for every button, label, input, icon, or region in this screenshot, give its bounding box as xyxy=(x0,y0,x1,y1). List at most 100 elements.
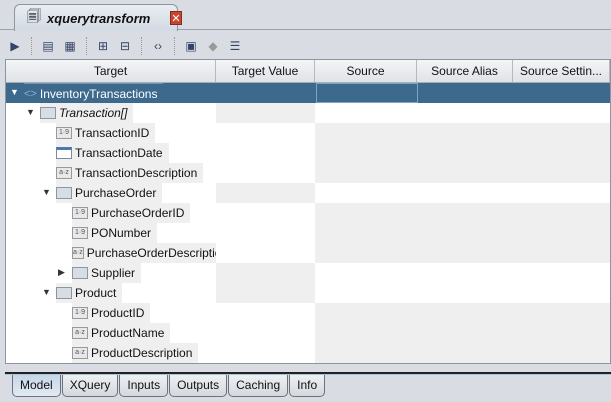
tree-node-label: InventoryTransactions xyxy=(39,86,158,101)
eraser-icon[interactable]: ◆ xyxy=(204,37,222,55)
table-row[interactable]: 1·9 TransactionID xyxy=(6,123,610,143)
target-cell[interactable]: 1·9 PurchaseOrderID xyxy=(6,203,216,223)
source-cells[interactable] xyxy=(315,263,610,283)
table-row[interactable]: TransactionDate xyxy=(6,143,610,163)
target-value-cell[interactable] xyxy=(216,103,315,123)
table-row[interactable]: ▼ Product xyxy=(6,283,610,303)
table-row[interactable]: 1·9 PurchaseOrderID xyxy=(6,203,610,223)
source-cells[interactable] xyxy=(315,223,610,243)
xml-source-icon[interactable]: ‹› xyxy=(149,37,167,55)
target-value-cell[interactable] xyxy=(216,323,315,343)
target-cell[interactable]: 1·9 TransactionID xyxy=(6,123,216,143)
tree-node[interactable]: <> InventoryTransactions xyxy=(24,83,164,103)
target-value-cell[interactable] xyxy=(216,283,315,303)
column-header-target[interactable]: Target xyxy=(6,60,216,82)
table-row[interactable]: a·z ProductDescription xyxy=(6,343,610,363)
target-value-cell[interactable] xyxy=(216,303,315,323)
tree-node[interactable]: PurchaseOrder xyxy=(56,183,163,203)
collapse-arrow-icon[interactable]: ▼ xyxy=(26,107,35,117)
source-cells[interactable] xyxy=(315,123,610,143)
target-value-cell[interactable] xyxy=(216,83,315,103)
target-cell[interactable]: ▼ Transaction[] xyxy=(6,103,216,123)
source-cell-focus[interactable] xyxy=(316,83,418,103)
table-row[interactable]: ▼ <> InventoryTransactions xyxy=(6,83,610,103)
expand-all-icon[interactable]: ⊞ xyxy=(94,37,112,55)
source-cells[interactable] xyxy=(315,283,610,303)
editor-tab-xquerytransform[interactable]: 🗐 xquerytransform ✕ xyxy=(14,4,182,31)
target-cell[interactable]: ▼ <> InventoryTransactions xyxy=(6,83,216,103)
target-value-cell[interactable] xyxy=(216,143,315,163)
target-value-cell[interactable] xyxy=(216,243,315,263)
source-cells[interactable] xyxy=(315,163,610,183)
target-value-cell[interactable] xyxy=(216,163,315,183)
target-cell[interactable]: 1·9 ProductID xyxy=(6,303,216,323)
column-header-target-value[interactable]: Target Value xyxy=(216,60,315,82)
settings-list-icon[interactable]: ☰ xyxy=(226,37,244,55)
tree-node[interactable]: a·z TransactionDescription xyxy=(56,163,204,183)
target-cell[interactable]: TransactionDate xyxy=(6,143,216,163)
tree-node[interactable]: 1·9 TransactionID xyxy=(56,123,156,143)
target-cell[interactable]: a·z ProductName xyxy=(6,323,216,343)
target-cell[interactable]: 1·9 PONumber xyxy=(6,223,216,243)
tree-node[interactable]: Product xyxy=(56,283,123,303)
tree-node[interactable]: a·z ProductDescription xyxy=(72,343,199,363)
run-icon[interactable]: ▶ xyxy=(6,37,24,55)
target-cell[interactable]: a·z ProductDescription xyxy=(6,343,216,363)
table-row[interactable]: a·z PurchaseOrderDescription xyxy=(6,243,610,263)
tree-node-label: ProductDescription xyxy=(91,346,193,360)
tab-inputs[interactable]: Inputs xyxy=(119,375,169,397)
tab-info[interactable]: Info xyxy=(289,375,326,397)
target-cell[interactable]: a·z PurchaseOrderDescription xyxy=(6,243,216,263)
collapse-arrow-icon[interactable]: ▼ xyxy=(42,287,51,297)
target-value-cell[interactable] xyxy=(216,123,315,143)
target-value-cell[interactable] xyxy=(216,203,315,223)
target-cell[interactable]: ▼ Product xyxy=(6,283,216,303)
source-cells[interactable] xyxy=(315,203,610,223)
tree-node[interactable]: a·z PurchaseOrderDescription xyxy=(72,243,216,263)
tree-node[interactable]: TransactionDate xyxy=(56,143,169,163)
tree-node[interactable]: Transaction[] xyxy=(40,103,134,123)
table-row[interactable]: a·z TransactionDescription xyxy=(6,163,610,183)
target-value-cell[interactable] xyxy=(216,183,315,203)
table-row[interactable]: a·z ProductName xyxy=(6,323,610,343)
tab-caching[interactable]: Caching xyxy=(228,375,289,397)
table-row[interactable]: ▼ PurchaseOrder xyxy=(6,183,610,203)
column-header-source-alias[interactable]: Source Alias xyxy=(417,60,513,82)
table-row[interactable]: ▼ Transaction[] xyxy=(6,103,610,123)
collapse-all-icon[interactable]: ⊟ xyxy=(116,37,134,55)
collapse-arrow-icon[interactable]: ▼ xyxy=(10,87,19,97)
tab-xquery[interactable]: XQuery xyxy=(61,375,119,397)
tree-node[interactable]: Supplier xyxy=(72,263,142,283)
close-icon[interactable]: ✕ xyxy=(170,11,182,25)
table-row[interactable]: 1·9 PONumber xyxy=(6,223,610,243)
tab-model[interactable]: Model xyxy=(12,375,61,397)
tree-node[interactable]: a·z ProductName xyxy=(72,323,171,343)
link-table-icon[interactable]: ▦ xyxy=(61,37,79,55)
table-row[interactable]: 1·9 ProductID xyxy=(6,303,610,323)
tree-node-label: ProductID xyxy=(91,306,145,320)
target-cell[interactable]: ▶ Supplier xyxy=(6,263,216,283)
source-cells[interactable] xyxy=(315,143,610,163)
table-row[interactable]: ▶ Supplier xyxy=(6,263,610,283)
source-cells[interactable] xyxy=(315,103,610,123)
source-cells[interactable] xyxy=(315,343,610,363)
tree-node[interactable]: 1·9 PurchaseOrderID xyxy=(72,203,191,223)
target-value-cell[interactable] xyxy=(216,343,315,363)
source-cells[interactable] xyxy=(315,183,610,203)
source-cells[interactable] xyxy=(315,243,610,263)
source-cells[interactable] xyxy=(315,323,610,343)
tree-node[interactable]: 1·9 ProductID xyxy=(72,303,151,323)
source-cells[interactable] xyxy=(315,303,610,323)
target-cell[interactable]: a·z TransactionDescription xyxy=(6,163,216,183)
collapse-arrow-icon[interactable]: ▼ xyxy=(42,187,51,197)
expand-arrow-icon[interactable]: ▶ xyxy=(58,267,65,278)
tree-node[interactable]: 1·9 PONumber xyxy=(72,223,158,243)
target-value-cell[interactable] xyxy=(216,263,315,283)
mapping-icon[interactable]: ▣ xyxy=(182,37,200,55)
copy-icon[interactable]: ▤ xyxy=(39,37,57,55)
column-header-source-settings[interactable]: Source Settin... xyxy=(513,60,610,82)
target-cell[interactable]: ▼ PurchaseOrder xyxy=(6,183,216,203)
tab-outputs[interactable]: Outputs xyxy=(169,375,228,397)
column-header-source[interactable]: Source xyxy=(315,60,417,82)
target-value-cell[interactable] xyxy=(216,223,315,243)
